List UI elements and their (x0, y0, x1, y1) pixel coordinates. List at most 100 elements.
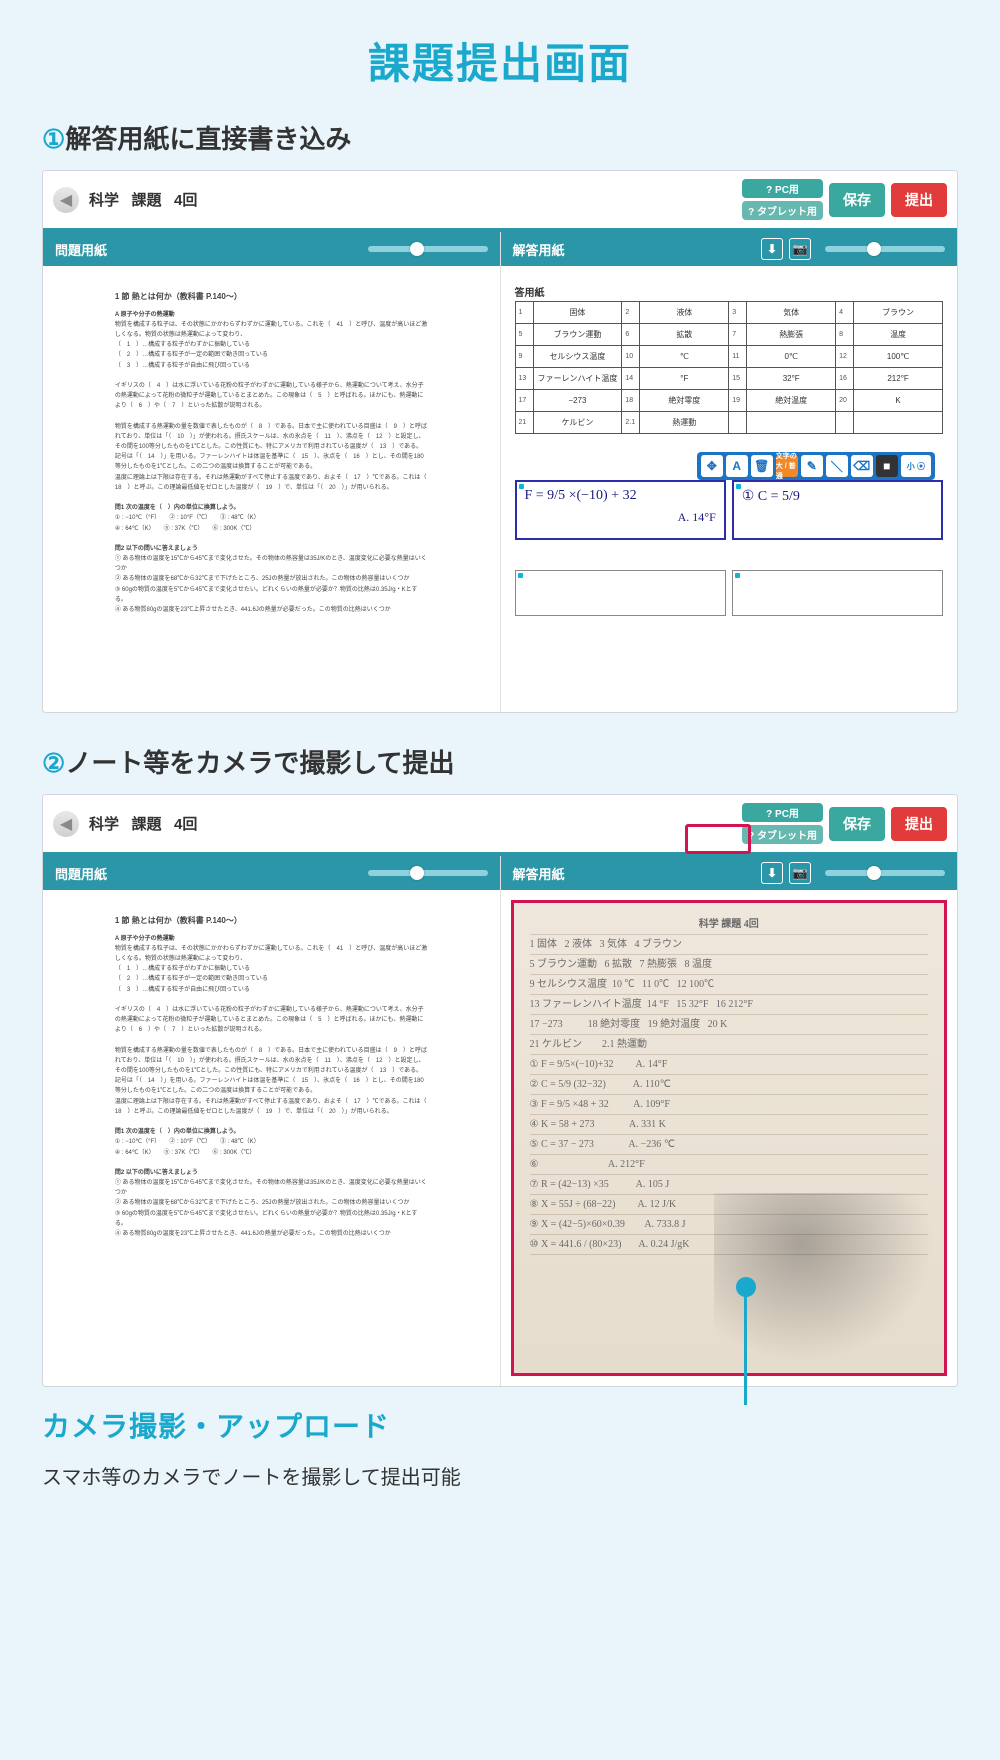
download-icon-2[interactable]: ⬇ (761, 862, 783, 884)
notebook-line: 1 固体 2 液体 3 気体 4 ブラウン (530, 935, 929, 955)
doc2-p2: 物質を構成する熱運動の量を数値で表したものが（ 8 ）である。日本で主に使われて… (115, 1046, 428, 1097)
answer-cell-value[interactable]: 温度 (854, 324, 943, 346)
tool-erase-icon[interactable]: ⌫ (851, 455, 873, 477)
answer-cell-value[interactable]: 液体 (640, 302, 729, 324)
doc2-q22: ② ある物体の温度を68℃から32℃まで下げたところ、25Jの熱量が放出された。… (115, 1198, 428, 1208)
answer-cell-value[interactable]: ℃ (640, 346, 729, 368)
answer-cell-value[interactable]: −273 (533, 390, 622, 412)
answer-cell-value[interactable] (747, 412, 836, 434)
tool-small-label[interactable]: 小 ⦿ (901, 455, 931, 477)
answer-cell-number: 17 (515, 390, 533, 412)
camera-buttons-highlight (685, 824, 751, 854)
doc-sub: A 原子や分子の熱運動 (115, 310, 428, 320)
uploaded-photo[interactable]: 科学 課題 4回 1 固体 2 液体 3 気体 4 ブラウン5 ブラウン運動 6… (511, 900, 948, 1376)
zoom-slider-left-2[interactable] (368, 870, 488, 876)
doc2-q23: ③ 60gの物質の温度を5℃から45℃まで変化させたい。どれくらいの熱量が必要か… (115, 1209, 428, 1229)
answer-cell-number: 9 (515, 346, 533, 368)
answer-cell-number: 16 (836, 368, 854, 390)
answer-cell-value[interactable]: 212°F (854, 368, 943, 390)
pc-mode-button-2[interactable]: ? PC用 (742, 803, 823, 822)
answer-cell-value[interactable]: 絶対零度 (640, 390, 729, 412)
blank-cell-2[interactable] (732, 570, 943, 616)
drawing-toolbar: ✥ A 🗑 文字の大 / 普通 ✎ ＼ ⌫ ■ 小 ⦿ (697, 452, 935, 480)
tablet-mode-button[interactable]: ? タブレット用 (742, 201, 823, 220)
answer-sheet[interactable]: 答用紙 1固体2液体3気体4ブラウン5ブラウン運動6拡散7熱膨張8温度9セルシウ… (515, 284, 944, 616)
step1-number: ① (42, 124, 65, 154)
doc-p3: 温度に理論上は下限は存在する。それは熱運動がすべて停止する温度であり、およそ（ … (115, 473, 428, 493)
answer-cell-value[interactable]: 気体 (747, 302, 836, 324)
answer-cell-value[interactable]: 0℃ (747, 346, 836, 368)
save-button[interactable]: 保存 (829, 183, 885, 217)
notebook-line: ⑨ X = (42−5)×60×0.39 A. 733.8 J (530, 1215, 929, 1235)
doc-q24: ④ ある物質80gの温度を23℃上昇させたとき、441.6Jの熱量が必要だった。… (115, 605, 428, 615)
doc2-q1h: 問1 次の温度を（ ）内の単位に換算しよう。 (115, 1127, 428, 1137)
tool-color-icon[interactable]: ■ (876, 455, 898, 477)
answer-cell-value[interactable]: 固体 (533, 302, 622, 324)
answer-cell-number: 11 (729, 346, 747, 368)
tool-size-button[interactable]: 文字の大 / 普通 (776, 455, 798, 477)
handwriting-cell-1[interactable]: F = 9/5 ×(−10) + 32 A. 14°F (515, 480, 726, 540)
answer-cell-number: 3 (729, 302, 747, 324)
back-button-2[interactable]: ◀ (53, 811, 79, 837)
answer-cell-number: 2 (622, 302, 640, 324)
tablet-mode-button-2[interactable]: ? タブレット用 (742, 825, 823, 844)
notebook-line: ⑩ X = 441.6 / (80×23) A. 0.24 J/gK (530, 1235, 929, 1255)
answer-cell-value[interactable]: 拡散 (640, 324, 729, 346)
answer-cell-value[interactable]: ファーレンハイト温度 (533, 368, 622, 390)
doc2-l3: （ 3 ）…構成する粒子が自由に飛び回っている (115, 985, 428, 995)
answer-cell-number: 1 (515, 302, 533, 324)
tool-trash-icon[interactable]: 🗑 (751, 455, 773, 477)
answer-cell-value[interactable]: °F (640, 368, 729, 390)
answer-cell-value[interactable]: セルシウス温度 (533, 346, 622, 368)
doc-q22: ② ある物体の温度を68℃から32℃まで下げたところ、25Jの熱量が放出された。… (115, 574, 428, 584)
answer-cell-value[interactable]: K (854, 390, 943, 412)
notebook-line: 9 セルシウス温度 10 ℃ 11 0℃ 12 100℃ (530, 975, 929, 995)
tool-move-icon[interactable]: ✥ (701, 455, 723, 477)
pc-mode-button[interactable]: ? PC用 (742, 179, 823, 198)
zoom-slider-right-2[interactable] (825, 870, 945, 876)
back-button[interactable]: ◀ (53, 187, 79, 213)
answer-cell-value[interactable] (854, 412, 943, 434)
answer-cell-value[interactable]: 熱膨張 (747, 324, 836, 346)
problem-document: 1 節 熱とは何か（教科書 P.140～） A 原子や分子の熱運動 物質を構成す… (115, 290, 428, 615)
answer-cell-number: 18 (622, 390, 640, 412)
tool-pen-icon[interactable]: ✎ (801, 455, 823, 477)
submit-button-2[interactable]: 提出 (891, 807, 947, 841)
step1-heading: ①解答用紙に直接書き込み (42, 119, 958, 156)
hw2-formula: ① C = 5/9 (742, 489, 800, 504)
answer-cell-value[interactable]: ブラウン (854, 302, 943, 324)
doc-p2top: イギリスの（ 4 ）は水に浮いている花粉の粒子がわずかに運動している様子から、熱… (115, 381, 428, 412)
answer-cell-value[interactable]: ケルビン (533, 412, 622, 434)
notebook-line: ⑥ A. 212°F (530, 1155, 929, 1175)
hw1-answer: A. 14°F (525, 510, 716, 525)
app-window-camera-upload: ◀ 科学 課題 4回 ? PC用 ? タブレット用 保存 提出 問題用紙 1 節… (42, 794, 958, 1387)
submit-button[interactable]: 提出 (891, 183, 947, 217)
callout: カメラ撮影・アップロード スマホ等のカメラでノートを撮影して提出可能 (42, 1405, 958, 1490)
download-icon[interactable]: ⬇ (761, 238, 783, 260)
notebook-line: ① F = 9/5×(−10)+32 A. 14°F (530, 1055, 929, 1075)
answer-table[interactable]: 1固体2液体3気体4ブラウン5ブラウン運動6拡散7熱膨張8温度9セルシウス温度1… (515, 301, 944, 434)
blank-cell-1[interactable] (515, 570, 726, 616)
app-header: ◀ 科学 課題 4回 ? PC用 ? タブレット用 保存 提出 (43, 171, 957, 232)
answer-cell-value[interactable]: 絶対温度 (747, 390, 836, 412)
tool-line-icon[interactable]: ＼ (826, 455, 848, 477)
notebook-line: ⑧ X = 55J ÷ (68−22) A. 12 J/K (530, 1195, 929, 1215)
answer-cell-value[interactable]: ブラウン運動 (533, 324, 622, 346)
answer-cell-value[interactable]: 熱運動 (640, 412, 729, 434)
answer-cell-value[interactable]: 100℃ (854, 346, 943, 368)
tool-text-icon[interactable]: A (726, 455, 748, 477)
doc2-sub: A 原子や分子の熱運動 (115, 934, 428, 944)
answer-cell-value[interactable]: 32°F (747, 368, 836, 390)
answer-caption: 答用紙 (515, 284, 944, 299)
problem-pane-title: 問題用紙 (55, 240, 107, 259)
camera-icon-2[interactable]: 📷 (789, 862, 811, 884)
camera-icon[interactable]: 📷 (789, 238, 811, 260)
handwriting-cell-2[interactable]: ① C = 5/9 (732, 480, 943, 540)
zoom-slider-right[interactable] (825, 246, 945, 252)
problem-pane-title-2: 問題用紙 (55, 864, 107, 883)
doc-l1: （ 1 ）…構成する粒子がわずかに振動している (115, 340, 428, 350)
zoom-slider-left[interactable] (368, 246, 488, 252)
doc-l3: （ 3 ）…構成する粒子が自由に飛び回っている (115, 361, 428, 371)
save-button-2[interactable]: 保存 (829, 807, 885, 841)
answer-cell-number: 8 (836, 324, 854, 346)
